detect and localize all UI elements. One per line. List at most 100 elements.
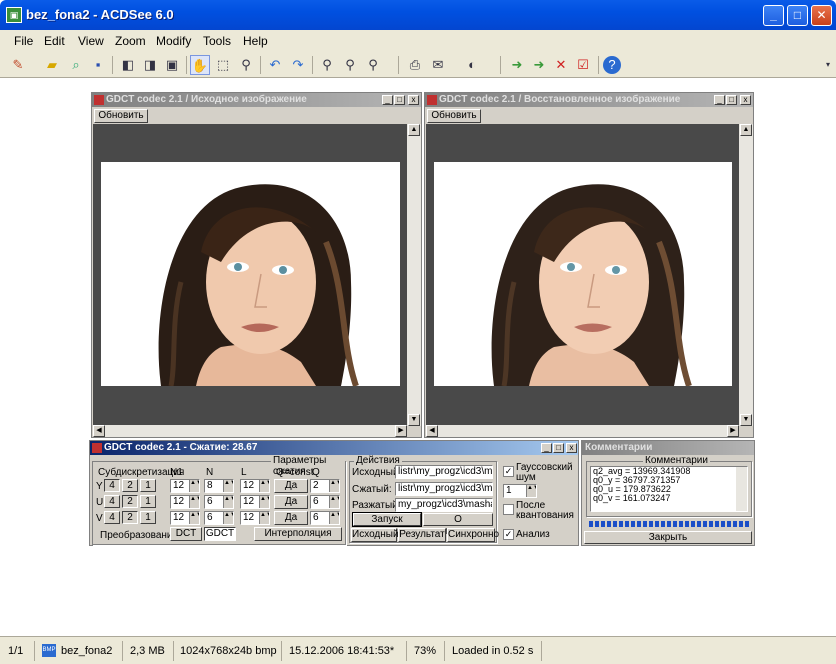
- v-sub-2-button[interactable]: 2: [122, 511, 138, 524]
- spin-icon[interactable]: ▲▼: [329, 496, 339, 508]
- u-l-stepper[interactable]: 12▲▼: [240, 495, 270, 509]
- tab-sync[interactable]: Синхронно: [447, 528, 499, 542]
- y-sub-2-button[interactable]: 2: [122, 479, 138, 492]
- restored-refresh-button[interactable]: Обновить: [427, 109, 481, 123]
- prev-icon[interactable]: ◧: [118, 55, 138, 75]
- source-min-button[interactable]: _: [382, 95, 393, 105]
- spin-icon[interactable]: ▲▼: [259, 496, 269, 508]
- v-n1-stepper[interactable]: 12▲▼: [170, 511, 200, 525]
- email-icon[interactable]: ✉: [428, 55, 448, 75]
- spin-icon[interactable]: ▲▼: [259, 512, 269, 524]
- comments-textbox[interactable]: q2_avg = 13969.341908 q0_y = 36797.37135…: [590, 466, 748, 512]
- spin-icon[interactable]: ▲▼: [329, 512, 339, 524]
- analysis-checkbox[interactable]: ✓: [503, 529, 514, 540]
- select-icon[interactable]: ⬚: [213, 55, 233, 75]
- u-n-stepper[interactable]: 6▲▼: [204, 495, 234, 509]
- menu-tools[interactable]: Tools: [203, 34, 231, 48]
- menu-help[interactable]: Help: [243, 34, 268, 48]
- u-sub-2-button[interactable]: 2: [122, 495, 138, 508]
- v-sub-4-button[interactable]: 4: [104, 511, 120, 524]
- save-icon[interactable]: ▪: [88, 55, 108, 75]
- source-max-button[interactable]: □: [394, 95, 405, 105]
- dct-button[interactable]: DCT: [170, 527, 202, 541]
- spin-icon[interactable]: ▲▼: [189, 496, 199, 508]
- tab-source[interactable]: Исходный: [351, 528, 399, 542]
- source-horizontal-scrollbar[interactable]: ◀ ▶: [93, 425, 407, 437]
- spin-icon[interactable]: ▲▼: [223, 496, 233, 508]
- color-icon[interactable]: ◐: [462, 55, 482, 75]
- after-quantization-checkbox[interactable]: [503, 504, 514, 515]
- restored-close-button[interactable]: x: [740, 95, 751, 105]
- zoom-out-icon[interactable]: ⚲: [317, 55, 337, 75]
- y-l-stepper[interactable]: 12▲▼: [240, 479, 270, 493]
- close-button[interactable]: ✕: [811, 5, 832, 26]
- menu-zoom[interactable]: Zoom: [115, 34, 146, 48]
- source-vertical-scrollbar[interactable]: ▲ ▼: [407, 124, 421, 426]
- v-sub-1-button[interactable]: 1: [140, 511, 156, 524]
- copy-to-icon[interactable]: ➜: [507, 55, 527, 75]
- source-refresh-button[interactable]: Обновить: [94, 109, 148, 123]
- acquire-icon[interactable]: ✎: [8, 55, 28, 75]
- v-qconst-button[interactable]: Да: [274, 511, 308, 525]
- maximize-button[interactable]: □: [787, 5, 808, 26]
- spin-icon[interactable]: ▲▼: [223, 480, 233, 492]
- menu-edit[interactable]: Edit: [44, 34, 65, 48]
- spin-icon[interactable]: ▲▼: [223, 512, 233, 524]
- zoom-tool-icon[interactable]: ⚲: [236, 55, 256, 75]
- spin-icon[interactable]: ▲▼: [526, 485, 536, 497]
- control-min-button[interactable]: _: [541, 443, 552, 453]
- u-qconst-button[interactable]: Да: [274, 495, 308, 509]
- open-folder-icon[interactable]: ▰: [42, 55, 62, 75]
- help-icon[interactable]: ?: [603, 56, 621, 74]
- v-n-stepper[interactable]: 6▲▼: [204, 511, 234, 525]
- spin-icon[interactable]: ▲▼: [189, 512, 199, 524]
- interpolation-button[interactable]: Интерполяция: [254, 527, 342, 541]
- zoom-in-icon[interactable]: ⚲: [340, 55, 360, 75]
- unpacked-file-field[interactable]: my_progz\icd3\masha_resto: [395, 498, 493, 512]
- minimize-button[interactable]: _: [763, 5, 784, 26]
- source-close-button[interactable]: x: [408, 95, 419, 105]
- gaussian-noise-checkbox[interactable]: ✓: [503, 466, 514, 477]
- restored-vertical-scrollbar[interactable]: ▲ ▼: [739, 124, 753, 426]
- properties-icon[interactable]: ☑: [573, 55, 593, 75]
- control-max-button[interactable]: □: [553, 443, 564, 453]
- rotate-right-icon[interactable]: ↷: [288, 55, 308, 75]
- u-n1-stepper[interactable]: 12▲▼: [170, 495, 200, 509]
- delete-icon[interactable]: ✕: [551, 55, 571, 75]
- browse-icon[interactable]: ⌕: [66, 55, 86, 75]
- compressed-file-field[interactable]: listr\my_progz\icd3\masha.i: [395, 482, 493, 496]
- control-close-button[interactable]: x: [566, 443, 577, 453]
- y-n-stepper[interactable]: 8▲▼: [204, 479, 234, 493]
- comments-scrollbar[interactable]: [736, 467, 747, 511]
- menu-view[interactable]: View: [78, 34, 104, 48]
- fullscreen-icon[interactable]: ▣: [162, 55, 182, 75]
- u-sub-1-button[interactable]: 1: [140, 495, 156, 508]
- u-q-stepper[interactable]: 6▲▼: [310, 495, 340, 509]
- rotate-left-icon[interactable]: ↶: [265, 55, 285, 75]
- restored-horizontal-scrollbar[interactable]: ◀ ▶: [426, 425, 739, 437]
- hand-icon[interactable]: ✋: [190, 55, 210, 75]
- v-q-stepper[interactable]: 6▲▼: [310, 511, 340, 525]
- spin-icon[interactable]: ▲▼: [329, 480, 339, 492]
- y-n1-stepper[interactable]: 12▲▼: [170, 479, 200, 493]
- menu-file[interactable]: File: [14, 34, 33, 48]
- restored-min-button[interactable]: _: [714, 95, 725, 105]
- about-button[interactable]: О программе...: [423, 513, 493, 537]
- y-sub-1-button[interactable]: 1: [140, 479, 156, 492]
- zoom-menu-icon[interactable]: ⚲: [363, 55, 383, 75]
- move-to-icon[interactable]: ➜: [529, 55, 549, 75]
- gdct-button[interactable]: GDCT: [204, 527, 236, 541]
- spin-icon[interactable]: ▲▼: [259, 480, 269, 492]
- comments-close-button[interactable]: Закрыть: [584, 531, 752, 544]
- y-sub-4-button[interactable]: 4: [104, 479, 120, 492]
- menu-modify[interactable]: Modify: [156, 34, 191, 48]
- y-q-stepper[interactable]: 2▲▼: [310, 479, 340, 493]
- y-qconst-button[interactable]: Да: [274, 479, 308, 493]
- next-icon[interactable]: ◨: [140, 55, 160, 75]
- noise-level-stepper[interactable]: 1▲▼: [503, 484, 537, 498]
- spin-icon[interactable]: ▲▼: [189, 480, 199, 492]
- tab-result[interactable]: Результат: [398, 528, 446, 542]
- source-file-field[interactable]: listr\my_progz\icd3\masha.t: [395, 465, 493, 479]
- run-button[interactable]: Запуск: [352, 512, 422, 527]
- restored-max-button[interactable]: □: [726, 95, 737, 105]
